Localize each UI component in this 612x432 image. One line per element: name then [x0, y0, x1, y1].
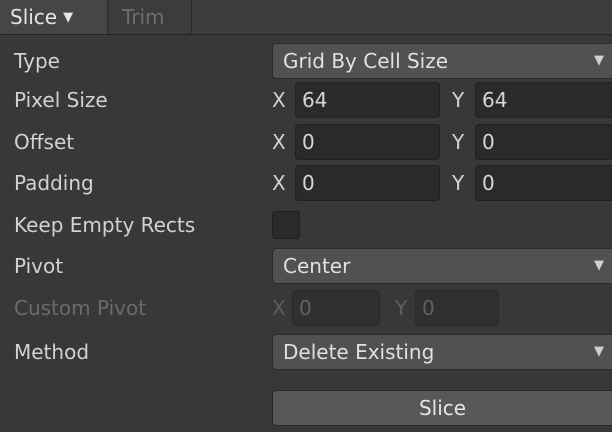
- padding-x-field[interactable]: 0: [295, 165, 440, 201]
- toolbar: Slice ▼ Trim: [0, 0, 612, 35]
- type-label: Type: [14, 49, 60, 73]
- method-dropdown-value: Delete Existing: [283, 340, 435, 364]
- pixel-size-x-field[interactable]: 64: [295, 82, 440, 118]
- method-dropdown[interactable]: Delete Existing ▼: [272, 334, 612, 370]
- custom-pivot-x-field: 0: [292, 290, 380, 326]
- custom-pivot-x-label: X: [272, 296, 286, 320]
- padding-y-field[interactable]: 0: [475, 165, 612, 201]
- dropdown-arrow-icon: ▼: [594, 344, 604, 359]
- pivot-label: Pivot: [14, 254, 64, 278]
- trim-tab[interactable]: Trim: [108, 0, 192, 34]
- pixel-size-y-field[interactable]: 64: [475, 82, 612, 118]
- trim-tab-label: Trim: [122, 5, 165, 29]
- keep-empty-rects-checkbox[interactable]: [272, 211, 300, 239]
- keep-empty-rects-label: Keep Empty Rects: [14, 213, 196, 237]
- offset-x-field[interactable]: 0: [295, 124, 440, 160]
- padding-label: Padding: [14, 171, 94, 195]
- padding-x-label: X: [272, 171, 286, 195]
- type-dropdown[interactable]: Grid By Cell Size ▼: [272, 43, 612, 79]
- custom-pivot-y-field: 0: [415, 290, 499, 326]
- method-label: Method: [14, 340, 90, 364]
- offset-y-label: Y: [452, 130, 465, 154]
- offset-y-field[interactable]: 0: [475, 124, 612, 160]
- chevron-down-icon: ▼: [63, 9, 74, 25]
- pivot-dropdown-value: Center: [283, 254, 351, 278]
- custom-pivot-label: Custom Pivot: [14, 296, 147, 320]
- dropdown-arrow-icon: ▼: [594, 53, 604, 68]
- pixel-size-label: Pixel Size: [14, 88, 108, 112]
- slice-tab-label: Slice: [10, 5, 58, 29]
- offset-label: Offset: [14, 130, 75, 154]
- type-dropdown-value: Grid By Cell Size: [283, 49, 449, 73]
- custom-pivot-y-label: Y: [395, 296, 408, 320]
- pivot-dropdown[interactable]: Center ▼: [272, 248, 612, 284]
- padding-y-label: Y: [452, 171, 465, 195]
- pixel-size-x-label: X: [272, 88, 286, 112]
- dropdown-arrow-icon: ▼: [594, 258, 604, 273]
- offset-x-label: X: [272, 130, 286, 154]
- slice-tab[interactable]: Slice ▼: [0, 0, 108, 34]
- pixel-size-y-label: Y: [452, 88, 465, 112]
- slice-button[interactable]: Slice: [272, 390, 612, 426]
